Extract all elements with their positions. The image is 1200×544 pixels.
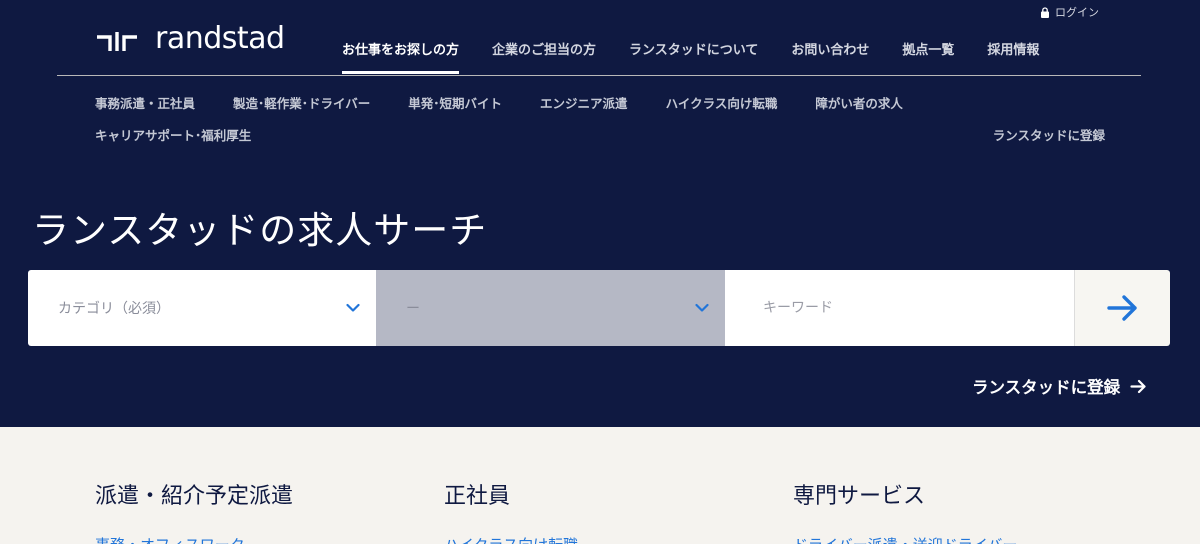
keyword-field bbox=[725, 270, 1074, 346]
sub-nav: 事務派遣・正社員 製造･軽作業･ドライバー 単発･短期バイト エンジニア派遣 ハ… bbox=[95, 93, 1105, 157]
subcategory-placeholder: ー bbox=[406, 301, 420, 317]
page-title: ランスタッドの求人サーチ bbox=[32, 209, 488, 252]
subnav-item-engineer[interactable]: エンジニア派遣 bbox=[540, 93, 628, 111]
login-link[interactable]: ログイン bbox=[1040, 4, 1099, 20]
chevron-down-icon bbox=[695, 303, 709, 312]
lock-icon bbox=[1041, 6, 1049, 18]
keyword-input[interactable] bbox=[763, 300, 1044, 316]
randstad-logo-icon bbox=[97, 32, 137, 51]
randstad-logo[interactable]: randstad bbox=[95, 24, 285, 54]
arrow-right-icon bbox=[1106, 295, 1137, 321]
column-fulltime: 正社員 ハイクラス向け転職 bbox=[444, 478, 578, 544]
register-link[interactable]: ランスタッドに登録 bbox=[972, 374, 1147, 398]
nav-item-locations[interactable]: 拠点一覧 bbox=[902, 39, 954, 58]
subcategory-select[interactable]: ー bbox=[376, 270, 725, 346]
column-heading: 正社員 bbox=[444, 484, 511, 509]
nav-item-contact[interactable]: お問い合わせ bbox=[791, 39, 869, 58]
column-link[interactable]: ドライバー派遣・送迎ドライバー bbox=[793, 534, 1017, 544]
nav-item-job-seekers[interactable]: お仕事をお探しの方 bbox=[342, 39, 460, 74]
arrow-right-icon bbox=[1130, 379, 1146, 393]
register-link-label: ランスタッドに登録 bbox=[972, 378, 1121, 397]
logo-text: randstad bbox=[155, 21, 285, 56]
sub-nav-row: 事務派遣・正社員 製造･軽作業･ドライバー 単発･短期バイト エンジニア派遣 ハ… bbox=[95, 93, 1105, 111]
subnav-item-register[interactable]: ランスタッドに登録 bbox=[993, 125, 1105, 143]
subnav-item-high-class[interactable]: ハイクラス向け転職 bbox=[666, 93, 778, 111]
search-submit-button[interactable] bbox=[1074, 270, 1170, 346]
column-special-services: 専門サービス ドライバー派遣・送迎ドライバー bbox=[793, 478, 1017, 544]
chevron-down-icon bbox=[346, 303, 360, 312]
subnav-item-manufacturing[interactable]: 製造･軽作業･ドライバー bbox=[233, 93, 370, 111]
subnav-item-office[interactable]: 事務派遣・正社員 bbox=[95, 93, 195, 111]
service-columns: 派遣・紹介予定派遣 事務・オフィスワーク 正社員 ハイクラス向け転職 専門サービ… bbox=[0, 427, 1200, 544]
column-link[interactable]: ハイクラス向け転職 bbox=[444, 534, 578, 544]
nav-divider bbox=[57, 75, 1141, 76]
category-select[interactable]: カテゴリ（必須） bbox=[28, 270, 376, 346]
category-placeholder: カテゴリ（必須） bbox=[58, 301, 170, 317]
subnav-item-disability[interactable]: 障がい者の求人 bbox=[815, 93, 903, 111]
job-search-bar: カテゴリ（必須） ー bbox=[28, 270, 1170, 346]
column-link[interactable]: 事務・オフィスワーク bbox=[95, 534, 245, 544]
sub-nav-row: キャリアサポート･福利厚生 ランスタッドに登録 bbox=[95, 125, 1105, 143]
column-heading: 派遣・紹介予定派遣 bbox=[95, 484, 294, 509]
nav-item-careers[interactable]: 採用情報 bbox=[987, 39, 1039, 58]
nav-item-about[interactable]: ランスタッドについて bbox=[629, 39, 758, 58]
nav-item-companies[interactable]: 企業のご担当の方 bbox=[492, 39, 596, 58]
subnav-item-short-term[interactable]: 単発･短期バイト bbox=[408, 93, 502, 111]
column-heading: 専門サービス bbox=[793, 484, 926, 509]
column-dispatch: 派遣・紹介予定派遣 事務・オフィスワーク bbox=[95, 478, 294, 544]
subnav-item-career-support[interactable]: キャリアサポート･福利厚生 bbox=[95, 125, 251, 143]
hero-section: ログイン randstad お仕事をお探しの方 企業のご担当の方 ランスタッドに… bbox=[0, 0, 1200, 427]
main-nav: お仕事をお探しの方 企業のご担当の方 ランスタッドについて お問い合わせ 拠点一… bbox=[342, 39, 1039, 74]
login-label: ログイン bbox=[1055, 6, 1099, 19]
